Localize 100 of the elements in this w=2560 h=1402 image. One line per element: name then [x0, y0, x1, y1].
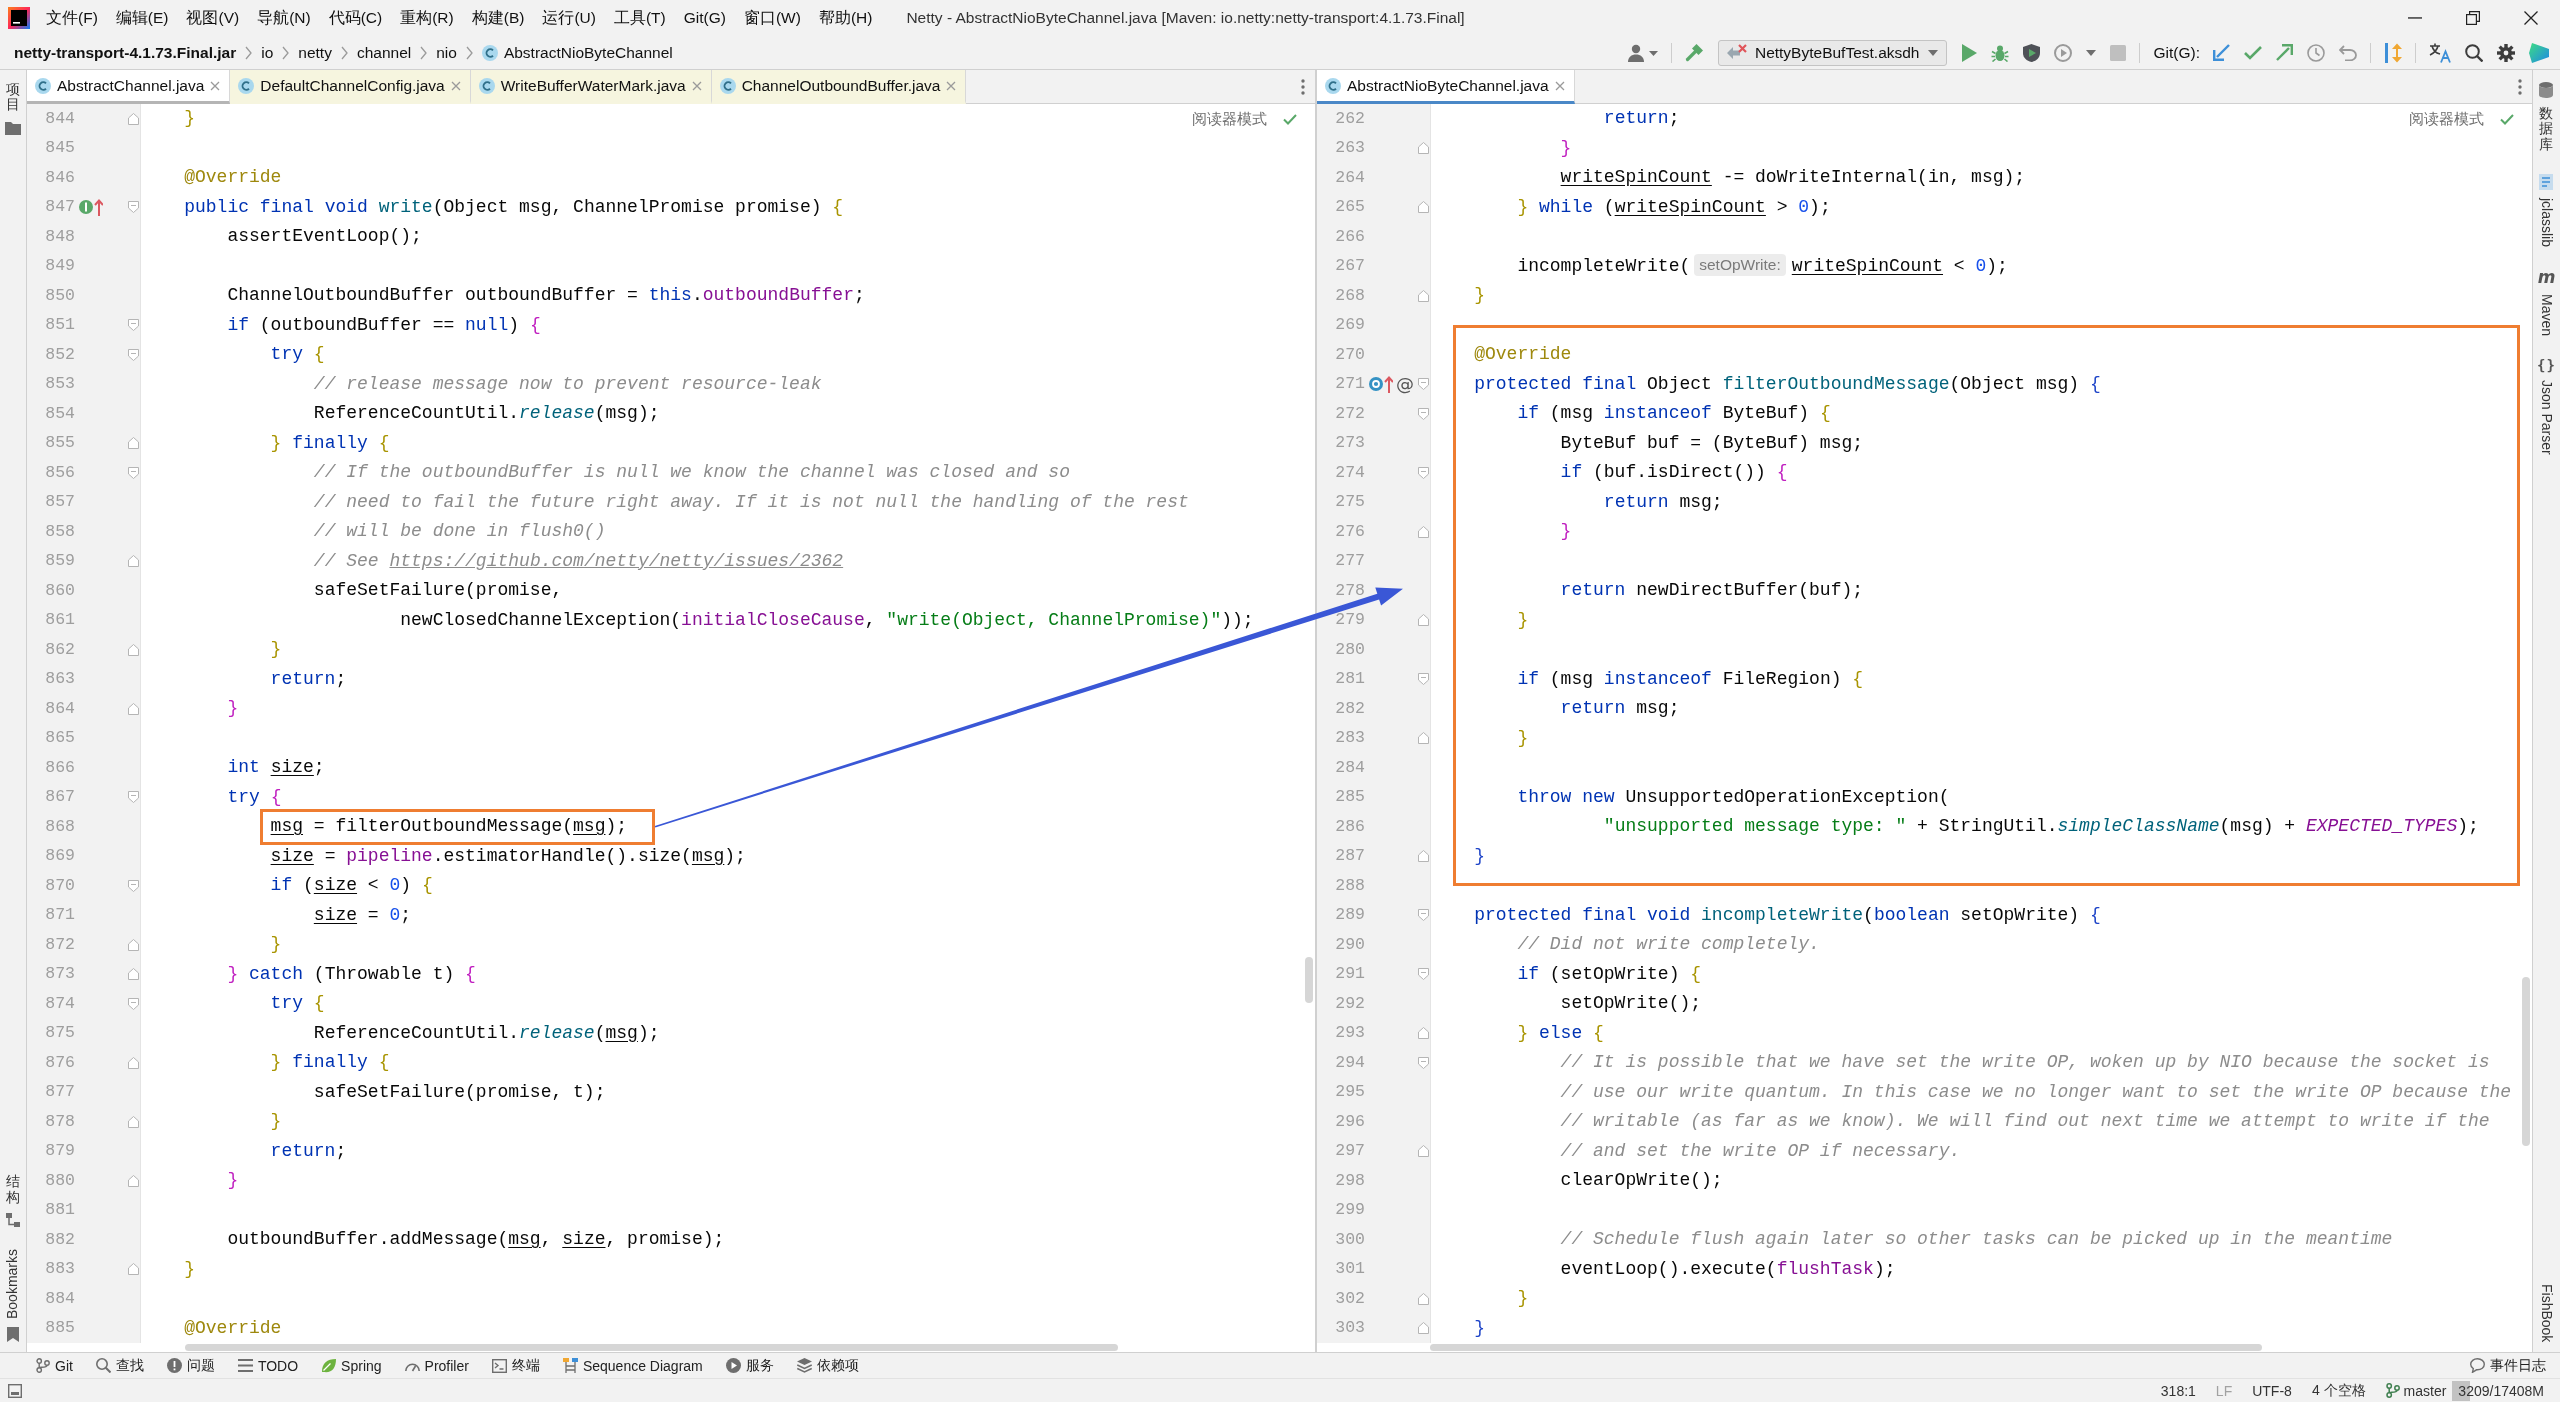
toolbox-logo-icon[interactable]: [2529, 42, 2549, 63]
branch-widget[interactable]: master: [2385, 1382, 2447, 1399]
menu-item[interactable]: 编辑(E): [115, 7, 169, 29]
scrollbar-thumb[interactable]: [185, 1344, 1118, 1351]
breadcrumb-item[interactable]: netty: [298, 43, 332, 62]
tool-window-button[interactable]: 事件日志: [2470, 1356, 2546, 1375]
tool-window-button[interactable]: jclasslib: [2538, 174, 2555, 248]
translate-icon[interactable]: [2429, 42, 2451, 63]
scrollbar-thumb[interactable]: [2522, 977, 2530, 1146]
menu-item[interactable]: Git(G): [683, 9, 726, 27]
tool-window-button[interactable]: m Maven: [2537, 269, 2556, 337]
fold-marker-icon[interactable]: [127, 1174, 139, 1187]
fold-marker-icon[interactable]: [1417, 1145, 1429, 1158]
tool-window-button[interactable]: 项目: [5, 82, 21, 135]
menu-item[interactable]: 帮助(H): [818, 7, 873, 29]
fold-marker-icon[interactable]: [127, 938, 139, 951]
fold-marker-icon[interactable]: [127, 1056, 139, 1069]
check-icon[interactable]: [2244, 45, 2262, 60]
fold-marker-icon[interactable]: [1417, 289, 1429, 302]
clock-icon[interactable]: [2307, 43, 2325, 62]
run-config-dropdown[interactable]: NettyByteBufTest.aksdh: [1717, 39, 1947, 66]
breadcrumb-item[interactable]: AbstractNioByteChannel: [481, 43, 673, 62]
undo-icon[interactable]: [2339, 44, 2357, 61]
breadcrumb-item[interactable]: io: [261, 43, 274, 62]
tool-window-button[interactable]: 结构: [6, 1174, 20, 1227]
fold-marker-icon[interactable]: [127, 319, 139, 332]
menu-item[interactable]: 构建(B): [471, 7, 525, 29]
fold-marker-icon[interactable]: [127, 702, 139, 715]
fold-marker-icon[interactable]: [127, 112, 139, 125]
restore-icon[interactable]: [2466, 11, 2480, 25]
menu-item[interactable]: 窗口(W): [743, 7, 801, 29]
fold-marker-icon[interactable]: [127, 879, 139, 892]
settings-icon[interactable]: [2497, 43, 2515, 62]
fold-marker-icon[interactable]: [1417, 407, 1429, 420]
tool-window-button[interactable]: Git: [36, 1357, 73, 1374]
fold-marker-icon[interactable]: [127, 437, 139, 450]
fold-marker-icon[interactable]: [1417, 614, 1429, 627]
fold-marker-icon[interactable]: [127, 791, 139, 804]
tool-window-button[interactable]: 数据库: [2539, 82, 2554, 153]
tool-window-button[interactable]: TODO: [237, 1357, 299, 1374]
minimize-icon[interactable]: [2408, 17, 2422, 19]
editor-tab[interactable]: DefaultChannelConfig.java: [230, 70, 471, 104]
fold-marker-icon[interactable]: [1417, 1322, 1429, 1335]
tool-window-button[interactable]: 依赖项: [796, 1356, 859, 1375]
scrollbar-thumb[interactable]: [1305, 957, 1313, 1003]
fold-marker-icon[interactable]: [127, 997, 139, 1010]
shield-icon[interactable]: [2022, 43, 2040, 62]
breadcrumb-item[interactable]: nio: [436, 43, 457, 62]
fold-marker-icon[interactable]: [1417, 201, 1429, 214]
menu-item[interactable]: 视图(V): [186, 7, 240, 29]
hammer-icon[interactable]: [1684, 43, 1703, 62]
overrides-icon[interactable]: [1369, 375, 1393, 394]
fold-marker-icon[interactable]: [1417, 909, 1429, 922]
tool-window-button[interactable]: 服务: [725, 1356, 774, 1375]
menu-item[interactable]: 导航(N): [257, 7, 311, 29]
fold-marker-icon[interactable]: [127, 201, 139, 214]
fold-marker-icon[interactable]: [1417, 378, 1429, 391]
fold-marker-icon[interactable]: [127, 1115, 139, 1128]
arrow-up-right-icon[interactable]: [2276, 44, 2293, 61]
editor-tab[interactable]: ChannelOutboundBuffer.java: [711, 70, 967, 104]
editor-tab[interactable]: AbstractNioByteChannel.java: [1317, 70, 1575, 104]
tool-window-button[interactable]: {} Json Parser: [2537, 358, 2556, 455]
fold-marker-icon[interactable]: [1417, 1056, 1429, 1069]
status-item[interactable]: 4 个空格: [2311, 1381, 2366, 1400]
status-item[interactable]: UTF-8: [2252, 1382, 2292, 1399]
menu-item[interactable]: 工具(T): [613, 7, 666, 29]
fold-marker-icon[interactable]: [1417, 142, 1429, 155]
debug-icon[interactable]: [1990, 43, 2009, 62]
tool-window-button[interactable]: 问题: [166, 1356, 215, 1375]
fold-marker-icon[interactable]: [127, 968, 139, 981]
tool-window-button[interactable]: 终端: [491, 1356, 540, 1375]
menu-item[interactable]: 运行(U): [542, 7, 596, 29]
fold-marker-icon[interactable]: [127, 1263, 139, 1276]
memory-indicator[interactable]: 3209/17408M: [2452, 1380, 2550, 1401]
fold-marker-icon[interactable]: [1417, 732, 1429, 745]
fold-marker-icon[interactable]: [127, 348, 139, 361]
editor-tab[interactable]: WriteBufferWaterMark.java: [470, 70, 712, 104]
fold-marker-icon[interactable]: [1417, 968, 1429, 981]
fold-marker-icon[interactable]: [127, 643, 139, 656]
menu-item[interactable]: 文件(F): [46, 7, 98, 29]
reader-mode-toggle[interactable]: 阅读器模式: [2409, 108, 2484, 130]
circle-play-icon[interactable]: [2053, 43, 2072, 62]
fold-marker-icon[interactable]: [127, 555, 139, 568]
arrow-down-left-icon[interactable]: [2213, 44, 2230, 61]
breadcrumb-item[interactable]: netty-transport-4.1.73.Final.jar: [14, 43, 237, 62]
bar-arrows-icon[interactable]: [2384, 42, 2402, 63]
breadcrumb-item[interactable]: channel: [356, 43, 412, 62]
panel-toggle-icon[interactable]: [8, 1383, 22, 1398]
close-icon[interactable]: [2524, 11, 2538, 25]
tool-window-button[interactable]: 查找: [95, 1356, 144, 1375]
tool-window-button[interactable]: Bookmarks: [5, 1248, 21, 1342]
editor-tab[interactable]: AbstractChannel.java: [27, 70, 231, 104]
fold-marker-icon[interactable]: [1417, 525, 1429, 538]
search-icon[interactable]: [2465, 43, 2483, 62]
menu-item[interactable]: 重构(R): [400, 7, 454, 29]
fold-marker-icon[interactable]: [1417, 1292, 1429, 1305]
user-menu-icon[interactable]: [1627, 43, 1658, 62]
menu-item[interactable]: 代码(C): [328, 7, 383, 29]
tool-window-button[interactable]: Profiler: [404, 1357, 469, 1374]
fold-marker-icon[interactable]: [1417, 466, 1429, 479]
